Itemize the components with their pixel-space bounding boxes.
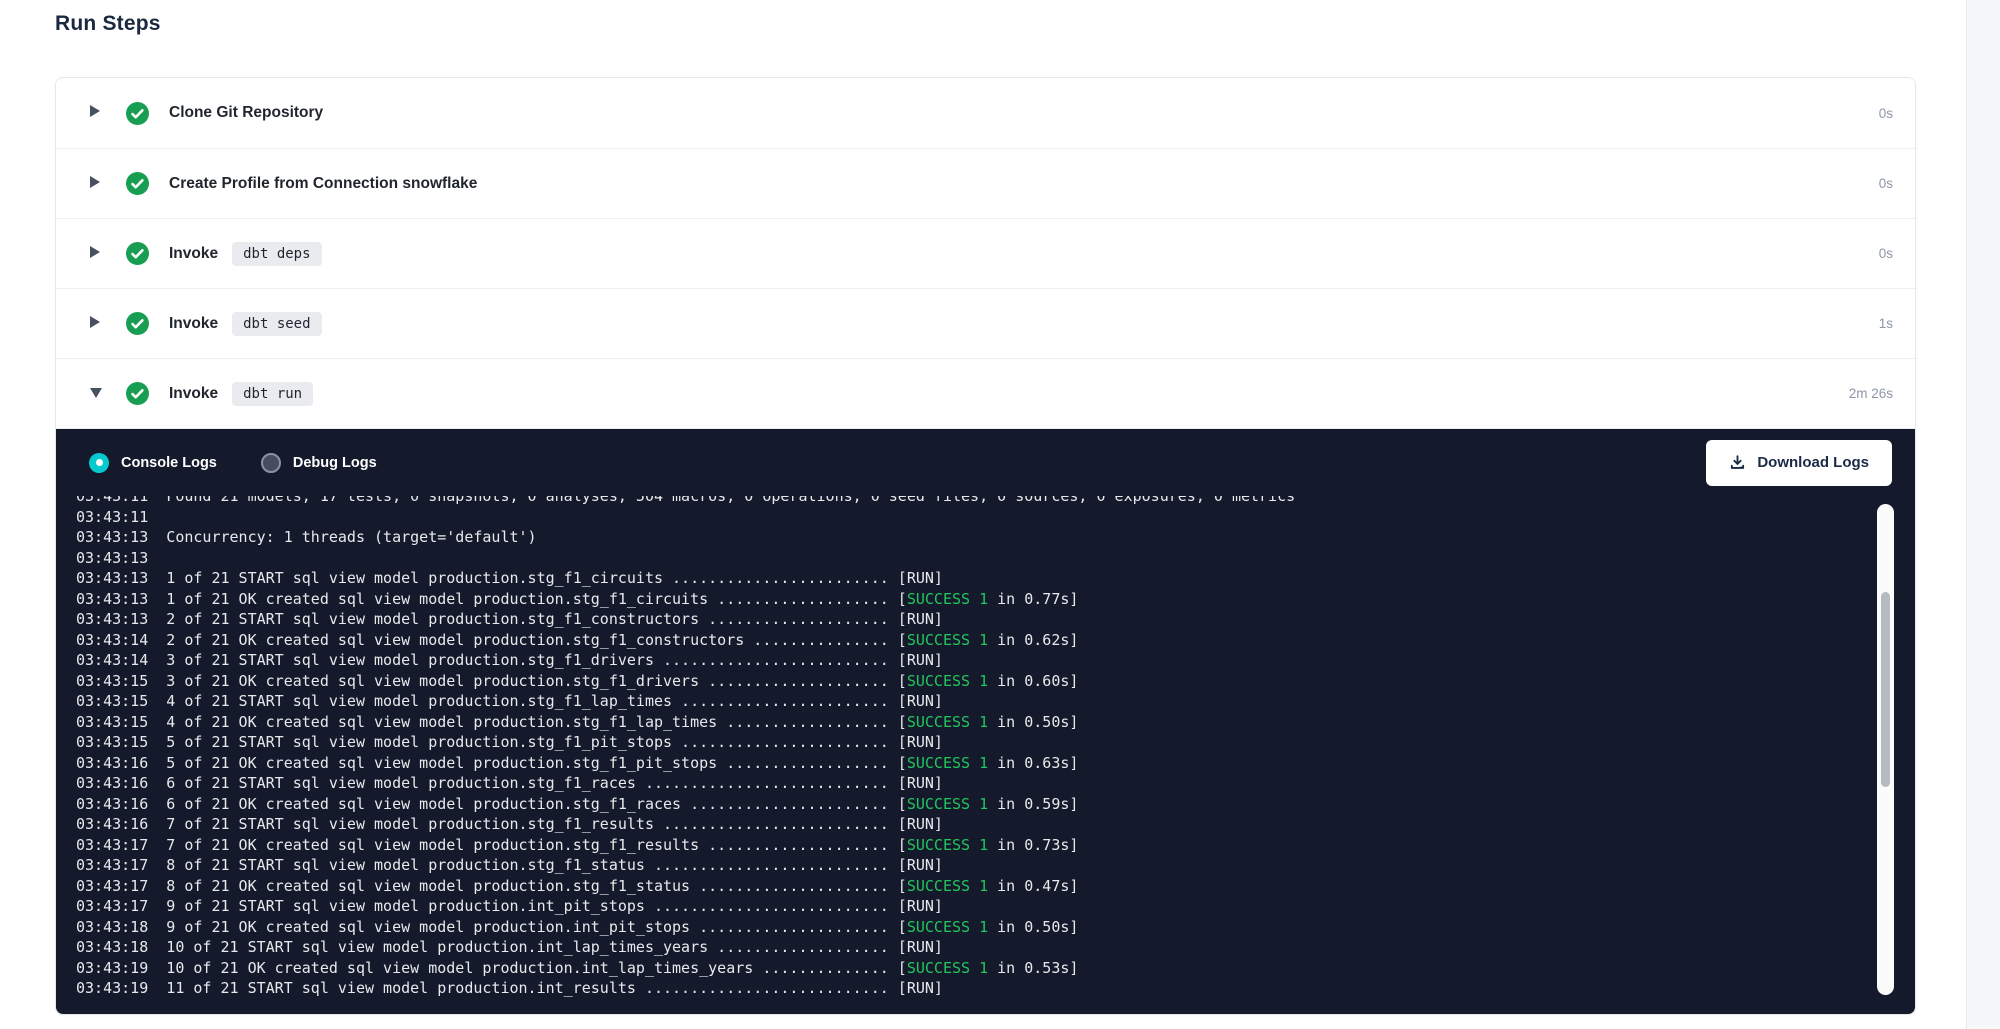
log-line: 03:43:11 Found 21 models, 17 tests, 0 sn… — [76, 496, 1870, 507]
log-line: 03:43:13 2 of 21 START sql view model pr… — [76, 609, 1870, 630]
debug-logs-label: Debug Logs — [293, 455, 377, 471]
log-line: 03:43:13 Concurrency: 1 threads (target=… — [76, 527, 1870, 548]
console-logs-label: Console Logs — [121, 455, 217, 471]
status-success-icon — [126, 172, 149, 195]
download-logs-button[interactable]: Download Logs — [1706, 440, 1892, 486]
step-label: Clone Git Repository — [169, 104, 323, 122]
log-line: 03:43:14 2 of 21 OK created sql view mod… — [76, 630, 1870, 651]
log-line: 03:43:11 — [76, 507, 1870, 528]
log-line: 03:43:19 11 of 21 START sql view model p… — [76, 978, 1870, 999]
step-row[interactable]: Clone Git Repository 0s — [56, 78, 1915, 148]
radio-selected-icon[interactable] — [89, 453, 109, 473]
radio-unselected-icon[interactable] — [261, 453, 281, 473]
download-logs-label: Download Logs — [1757, 454, 1869, 471]
log-line: 03:43:15 5 of 21 START sql view model pr… — [76, 732, 1870, 753]
step-label: Invoke — [169, 245, 218, 263]
expander-icon[interactable] — [90, 315, 104, 333]
step-row[interactable]: Invoke dbt seed 1s — [56, 288, 1915, 358]
status-success-icon — [126, 102, 149, 125]
page-title: Run Steps — [55, 12, 161, 36]
step-duration: 1s — [1879, 316, 1915, 331]
step-label: Invoke — [169, 385, 218, 403]
expander-icon[interactable] — [90, 245, 104, 263]
log-line: 03:43:13 1 of 21 START sql view model pr… — [76, 568, 1870, 589]
step-row[interactable]: Create Profile from Connection snowflake… — [56, 148, 1915, 218]
status-success-icon — [126, 382, 149, 405]
expander-icon[interactable] — [90, 385, 104, 403]
log-output: 03:43:11 Found 21 models, 17 tests, 0 sn… — [76, 496, 1870, 999]
log-line: 03:43:15 3 of 21 OK created sql view mod… — [76, 671, 1870, 692]
log-line: 03:43:17 9 of 21 START sql view model pr… — [76, 896, 1870, 917]
run-steps-card: Clone Git Repository 0s Create Profile f… — [55, 77, 1916, 1015]
step-duration: 0s — [1879, 246, 1915, 261]
log-viewport[interactable]: 03:43:11 Found 21 models, 17 tests, 0 sn… — [56, 496, 1870, 1003]
log-line: 03:43:16 6 of 21 START sql view model pr… — [76, 773, 1870, 794]
expander-icon[interactable] — [90, 175, 104, 193]
log-line: 03:43:16 5 of 21 OK created sql view mod… — [76, 753, 1870, 774]
log-line: 03:43:17 8 of 21 START sql view model pr… — [76, 855, 1870, 876]
log-line: 03:43:16 6 of 21 OK created sql view mod… — [76, 794, 1870, 815]
console-header: Console Logs Debug Logs Download Logs — [56, 429, 1915, 496]
step-row[interactable]: Invoke dbt run 2m 26s — [56, 358, 1915, 428]
log-line: 03:43:18 10 of 21 START sql view model p… — [76, 937, 1870, 958]
log-line: 03:43:13 — [76, 548, 1870, 569]
step-command-badge: dbt deps — [232, 242, 321, 266]
step-list: Clone Git Repository 0s Create Profile f… — [56, 78, 1915, 428]
step-label: Create Profile from Connection snowflake — [169, 175, 477, 193]
expander-icon[interactable] — [90, 104, 104, 122]
debug-logs-radio[interactable]: Debug Logs — [261, 453, 377, 473]
log-line: 03:43:15 4 of 21 START sql view model pr… — [76, 691, 1870, 712]
log-line: 03:43:13 1 of 21 OK created sql view mod… — [76, 589, 1870, 610]
step-duration: 2m 26s — [1849, 386, 1915, 401]
log-line: 03:43:19 10 of 21 OK created sql view mo… — [76, 958, 1870, 979]
status-success-icon — [126, 312, 149, 335]
log-line: 03:43:17 8 of 21 OK created sql view mod… — [76, 876, 1870, 897]
log-line: 03:43:16 7 of 21 START sql view model pr… — [76, 814, 1870, 835]
console-logs-radio[interactable]: Console Logs — [89, 453, 217, 473]
log-line: 03:43:14 3 of 21 START sql view model pr… — [76, 650, 1870, 671]
log-line: 03:43:17 7 of 21 OK created sql view mod… — [76, 835, 1870, 856]
step-row[interactable]: Invoke dbt deps 0s — [56, 218, 1915, 288]
step-duration: 0s — [1879, 106, 1915, 121]
log-line: 03:43:15 4 of 21 OK created sql view mod… — [76, 712, 1870, 733]
console-panel: Console Logs Debug Logs Download Logs 03… — [56, 428, 1915, 1014]
step-command-badge: dbt seed — [232, 312, 321, 336]
step-label: Invoke — [169, 315, 218, 333]
page-right-strip — [1966, 0, 2000, 1029]
status-success-icon — [126, 242, 149, 265]
download-icon — [1729, 454, 1746, 471]
step-command-badge: dbt run — [232, 382, 313, 406]
log-scrollbar-track[interactable] — [1877, 504, 1894, 995]
step-duration: 0s — [1879, 176, 1915, 191]
log-line: 03:43:18 9 of 21 OK created sql view mod… — [76, 917, 1870, 938]
log-scrollbar-thumb[interactable] — [1881, 592, 1890, 787]
